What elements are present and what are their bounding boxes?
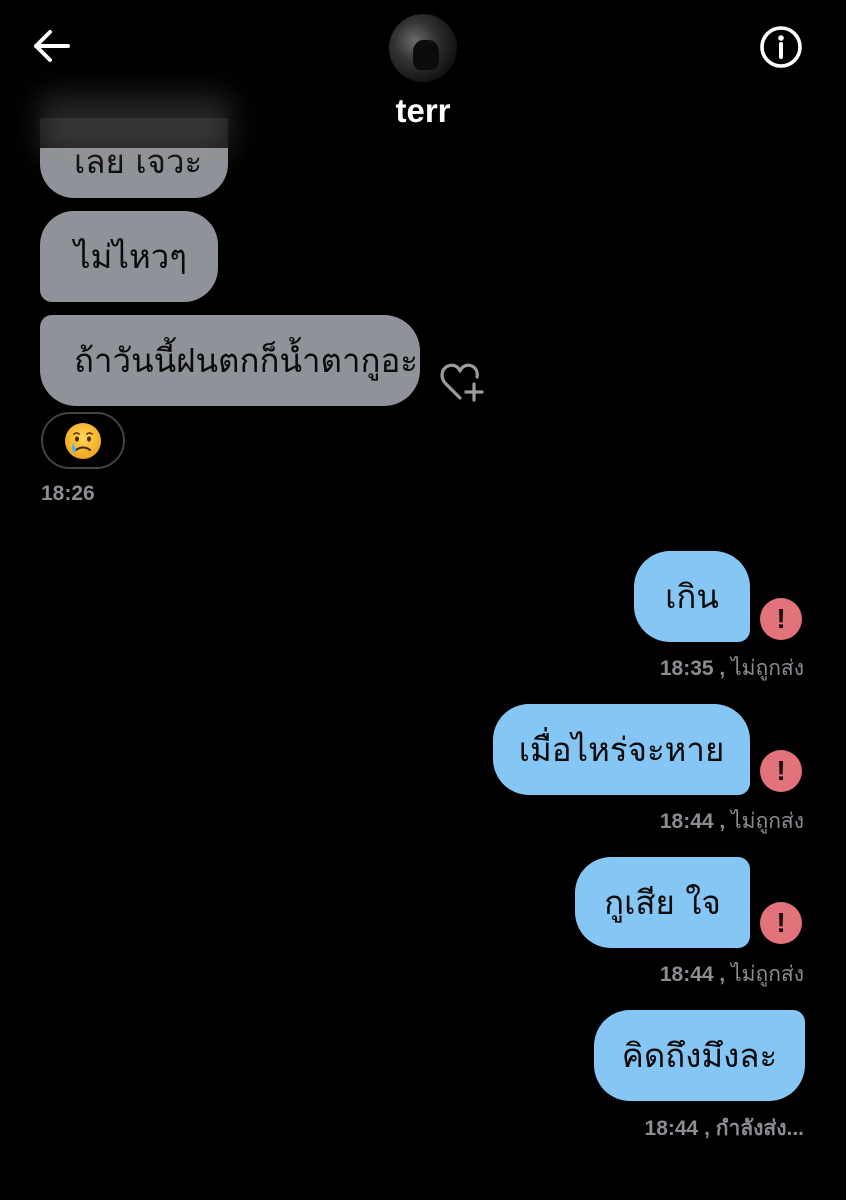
send-error-icon[interactable]: ! bbox=[760, 902, 802, 944]
crying-face-emoji-icon bbox=[65, 422, 101, 459]
message-text: ถ้าวันนี้ฝนตกก็น้ำตากูอะ bbox=[74, 341, 419, 380]
status-text: กำลังส่ง... bbox=[715, 1117, 804, 1140]
message-text: ไม่ไหวๆ bbox=[74, 237, 187, 276]
reaction-badge[interactable] bbox=[41, 412, 125, 469]
message-timestamp: 18:26 bbox=[41, 482, 95, 505]
dm-conversation-screen: เลย เจวะ ไม่ไหวๆ ถ้าวันนี้ฝนตกก็น้ำตากูอ… bbox=[0, 0, 846, 1200]
message-time: 18:44 bbox=[659, 810, 714, 833]
outgoing-message[interactable]: กูเสีย ใจ bbox=[575, 857, 750, 948]
outgoing-message[interactable]: เกิน bbox=[634, 551, 750, 642]
incoming-message[interactable]: ถ้าวันนี้ฝนตกก็น้ำตากูอะ bbox=[40, 315, 420, 406]
incoming-message[interactable]: ไม่ไหวๆ bbox=[40, 211, 218, 302]
message-text: เมื่อไหร่จะหาย bbox=[518, 730, 725, 769]
separator: , bbox=[704, 1117, 710, 1140]
separator: , bbox=[719, 810, 726, 833]
separator: , bbox=[719, 657, 726, 680]
send-error-icon[interactable]: ! bbox=[760, 750, 802, 792]
message-status: 18:44 , กำลังส่ง... bbox=[645, 1112, 804, 1145]
message-status: 18:35 , ไม่ถูกส่ง bbox=[660, 652, 804, 685]
message-time: 18:44 bbox=[644, 1117, 699, 1140]
status-text: ไม่ถูกส่ง bbox=[731, 810, 804, 833]
message-time: 18:44 bbox=[659, 963, 714, 986]
avatar[interactable] bbox=[389, 14, 457, 82]
message-status: 18:44 , ไม่ถูกส่ง bbox=[660, 805, 804, 838]
message-list[interactable]: เลย เจวะ ไม่ไหวๆ ถ้าวันนี้ฝนตกก็น้ำตากูอ… bbox=[0, 0, 846, 1200]
outgoing-message[interactable]: คิดถึงมึงละ bbox=[594, 1010, 805, 1101]
blur-overlay bbox=[40, 95, 230, 155]
send-error-icon[interactable]: ! bbox=[760, 598, 802, 640]
message-status: 18:44 , ไม่ถูกส่ง bbox=[660, 958, 804, 991]
message-time: 18:35 bbox=[659, 657, 714, 680]
message-text: คิดถึงมึงละ bbox=[621, 1036, 778, 1075]
status-text: ไม่ถูกส่ง bbox=[731, 657, 804, 680]
status-text: ไม่ถูกส่ง bbox=[731, 963, 804, 986]
arrow-left-icon[interactable] bbox=[28, 22, 76, 70]
info-icon[interactable] bbox=[758, 24, 804, 70]
outgoing-message[interactable]: เมื่อไหร่จะหาย bbox=[493, 704, 750, 795]
heart-plus-icon[interactable] bbox=[440, 362, 486, 402]
message-text: เกิน bbox=[665, 577, 719, 616]
message-text: กูเสีย ใจ bbox=[604, 883, 721, 922]
separator: , bbox=[719, 963, 726, 986]
